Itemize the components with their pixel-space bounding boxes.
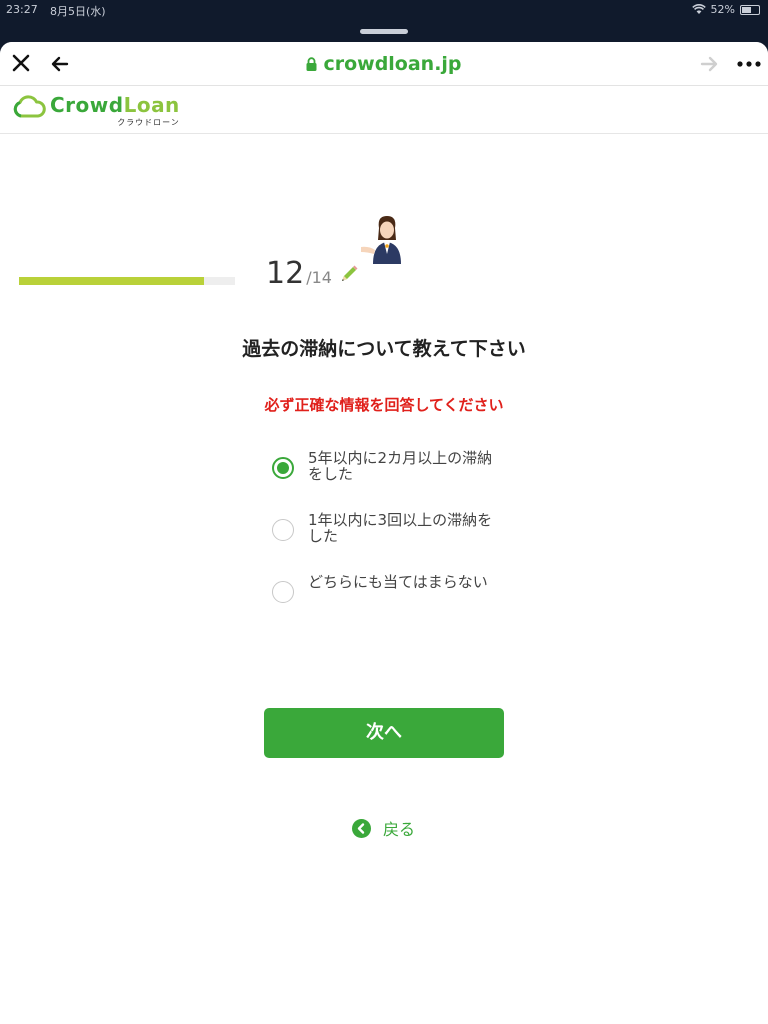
accuracy-warning: 必ず正確な情報を回答してください xyxy=(264,396,504,414)
site-logo[interactable]: CrowdLoan クラウドローン xyxy=(12,94,180,128)
status-right: 52% xyxy=(691,3,760,16)
option-5yr-2months[interactable]: 5年以内に2カ月以上の滞納をした xyxy=(272,450,512,512)
option-label: 1年以内に3回以上の滞納をした xyxy=(308,511,493,545)
step-total: /14 xyxy=(306,268,332,287)
step-counter: 12 /14 xyxy=(266,256,360,291)
status-bar: 23:27 8月5日(水) 52% xyxy=(0,0,768,22)
question-title: 過去の滞納について教えて下さい xyxy=(242,338,526,360)
next-button[interactable]: 次へ xyxy=(264,708,504,758)
option-label: 5年以内に2カ月以上の滞納をした xyxy=(308,449,493,483)
radio-button[interactable] xyxy=(272,457,294,479)
chevron-left-icon xyxy=(352,818,371,838)
status-time: 23:27 xyxy=(6,3,38,16)
address-bar[interactable]: crowdloan.jp xyxy=(0,53,768,75)
browser-sheet: crowdloan.jp CrowdLoan クラウドローン 12 /14 過去… xyxy=(0,42,768,1024)
status-date: 8月5日(水) xyxy=(50,5,106,18)
radio-button[interactable] xyxy=(272,519,294,541)
back-link[interactable]: 戻る xyxy=(352,816,415,840)
battery-icon xyxy=(740,4,760,15)
wifi-icon xyxy=(691,4,706,14)
back-label: 戻る xyxy=(383,820,416,839)
lock-icon xyxy=(306,57,317,71)
battery-percent: 52% xyxy=(710,3,735,16)
option-1yr-3times[interactable]: 1年以内に3回以上の滞納をした xyxy=(272,512,512,574)
option-label: どちらにも当てはまらない xyxy=(308,573,488,591)
answer-options: 5年以内に2カ月以上の滞納をした 1年以内に3回以上の滞納をした どちらにも当て… xyxy=(272,450,512,636)
url-text: crowdloan.jp xyxy=(323,53,462,75)
forward-arrow-icon[interactable] xyxy=(698,53,720,75)
option-none[interactable]: どちらにも当てはまらない xyxy=(272,574,512,636)
logo-wordmark: CrowdLoan xyxy=(50,93,180,117)
cloud-logo-icon xyxy=(13,95,46,118)
radio-button[interactable] xyxy=(272,581,294,603)
sheet-grabber[interactable] xyxy=(360,29,408,34)
logo-subtitle: クラウドローン xyxy=(117,118,180,127)
browser-toolbar: crowdloan.jp xyxy=(0,42,768,86)
site-header: CrowdLoan クラウドローン xyxy=(0,86,768,134)
progress-fill xyxy=(19,277,205,285)
more-options-icon[interactable] xyxy=(736,54,762,74)
operator-avatar xyxy=(360,216,401,264)
progress-bar xyxy=(19,277,235,285)
pencil-icon xyxy=(341,265,358,281)
step-current: 12 xyxy=(266,256,305,291)
